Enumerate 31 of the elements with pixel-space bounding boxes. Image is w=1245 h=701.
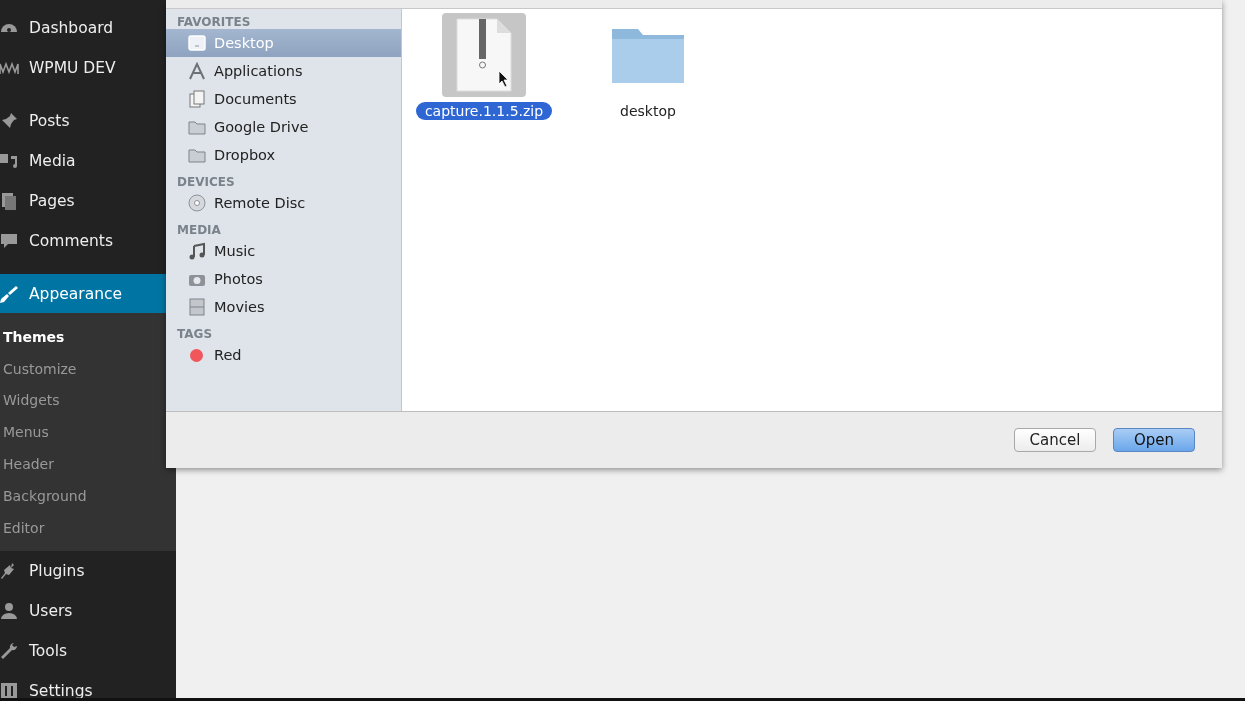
- pages-icon: [0, 191, 19, 211]
- dialog-button[interactable]: Open: [1113, 428, 1195, 452]
- section-heading: TAGS: [176, 326, 214, 341]
- sidebar-item[interactable]: Red: [166, 341, 401, 369]
- music-icon: [188, 242, 206, 260]
- menu-item[interactable]: Settings: [0, 670, 176, 698]
- submenu-item[interactable]: Background: [0, 480, 176, 512]
- wrench-icon: [0, 640, 19, 661]
- menu-item[interactable]: Users: [0, 590, 176, 631]
- file-icon-frame[interactable]: [442, 13, 526, 97]
- media-icon: [0, 151, 19, 171]
- section-heading: DEVICES: [176, 174, 236, 189]
- user-icon: [0, 600, 19, 621]
- desktop-icon: [188, 34, 206, 52]
- zip-file-icon: [455, 17, 513, 93]
- film-icon: [188, 298, 206, 316]
- disc-icon: [188, 194, 206, 212]
- dialog-button[interactable]: Cancel: [1014, 428, 1096, 452]
- section-heading: FAVORITES: [176, 14, 252, 29]
- file-name[interactable]: desktop: [611, 102, 685, 120]
- brush-icon: [0, 283, 19, 304]
- submenu-item[interactable]: Editor: [0, 511, 176, 544]
- docs-icon: [188, 90, 206, 108]
- bubble-icon: [0, 231, 19, 251]
- folder-icon: [188, 146, 206, 164]
- menu-item[interactable]: Plugins: [0, 550, 176, 591]
- menu-item[interactable]: Tools: [0, 630, 176, 671]
- section-heading: MEDIA: [176, 222, 222, 237]
- file-name[interactable]: capture.1.1.5.zip: [415, 102, 553, 120]
- folder-icon: [188, 118, 206, 136]
- apps-icon: [188, 62, 206, 80]
